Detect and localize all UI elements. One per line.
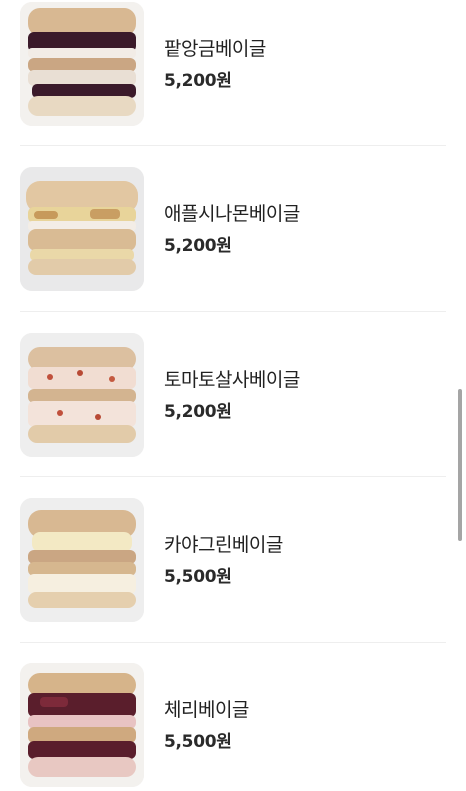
product-image <box>20 167 144 291</box>
menu-item-cherry-bagel[interactable]: 체리베이글 5,500원 <box>20 663 446 788</box>
menu-item-tomato-salsa-bagel[interactable]: 토마토살사베이글 5,200원 <box>20 333 446 458</box>
product-image <box>20 663 144 787</box>
menu-item-price: 5,200원 <box>164 71 232 91</box>
menu-item-name: 애플시나몬베이글 <box>164 203 300 225</box>
bagel-image <box>20 2 144 126</box>
menu-item-price: 5,200원 <box>164 236 232 256</box>
bagel-image <box>20 498 144 622</box>
menu-item-price: 5,500원 <box>164 567 232 587</box>
bagel-image <box>20 663 144 787</box>
menu-item-name: 체리베이글 <box>164 699 249 721</box>
divider <box>20 311 446 312</box>
menu-item-price: 5,500원 <box>164 732 232 752</box>
menu-item-red-bean-bagel[interactable]: 팥앙금베이글 5,200원 <box>20 2 446 127</box>
divider <box>20 476 446 477</box>
divider <box>20 145 446 146</box>
menu-item-name: 카야그린베이글 <box>164 534 283 556</box>
divider <box>20 642 446 643</box>
product-image <box>20 333 144 457</box>
menu-item-kaya-green-bagel[interactable]: 카야그린베이글 5,500원 <box>20 498 446 623</box>
menu-item-apple-cinnamon-bagel[interactable]: 애플시나몬베이글 5,200원 <box>20 167 446 292</box>
menu-item-name: 토마토살사베이글 <box>164 369 300 391</box>
bagel-image <box>20 167 144 291</box>
menu-item-name: 팥앙금베이글 <box>164 38 266 60</box>
product-image <box>20 2 144 126</box>
vertical-scrollbar[interactable] <box>458 389 462 541</box>
product-image <box>20 498 144 622</box>
menu-item-price: 5,200원 <box>164 402 232 422</box>
bagel-image <box>20 333 144 457</box>
